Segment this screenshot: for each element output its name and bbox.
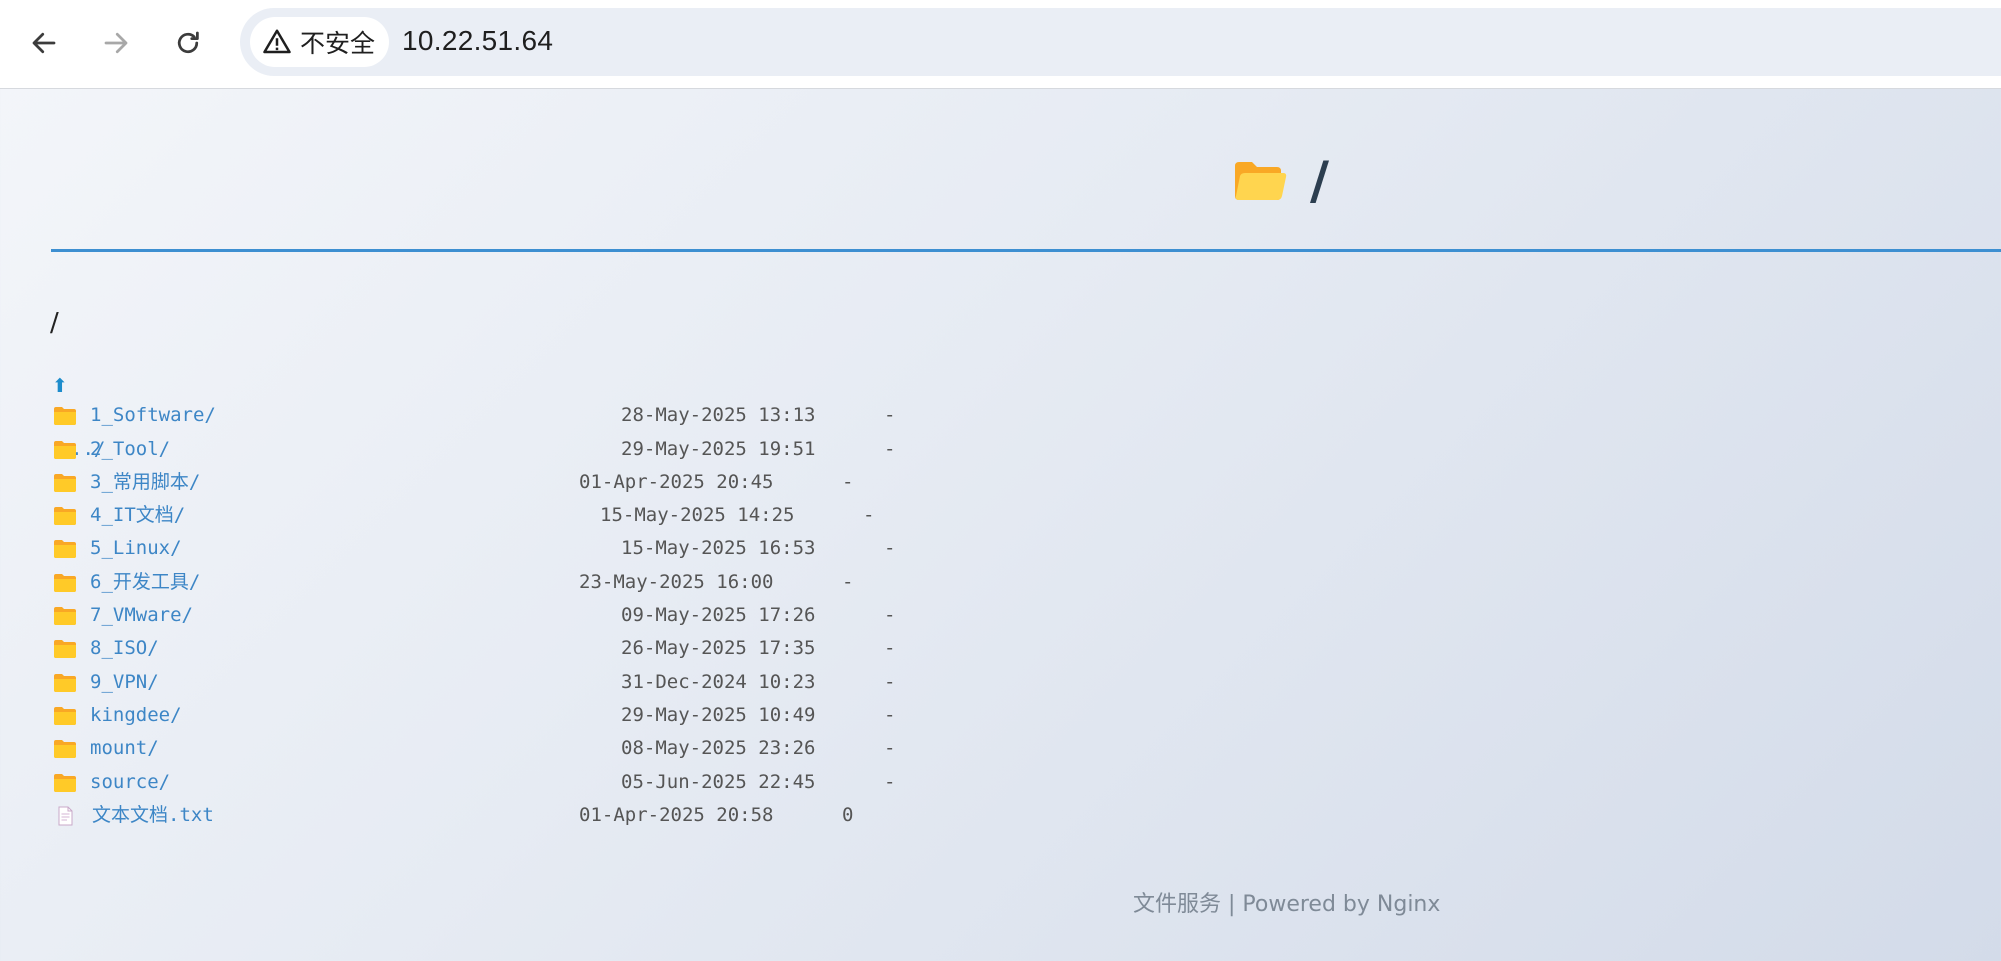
modified-date: 01-Apr-2025 20:45 [579, 470, 774, 493]
page-header: / [0, 89, 2001, 252]
folder-row: 6_开发工具/23-May-2025 16:00 - [50, 566, 1050, 599]
folder-row: source/05-Jun-2025 22:45 - [50, 766, 1050, 799]
page-footer: 文件服务 | Powered by Nginx [1133, 892, 1441, 917]
folder-icon [53, 440, 77, 460]
folder-row: 2_Tool/29-May-2025 19:51 - [50, 433, 1050, 466]
folder-icon [53, 773, 77, 793]
folder-icon [53, 406, 77, 426]
forward-button[interactable] [94, 21, 138, 65]
modified-date: 15-May-2025 16:53 [621, 537, 816, 560]
modified-date: 09-May-2025 17:26 [621, 604, 816, 627]
file-link[interactable]: 文本文档.txt [92, 799, 214, 832]
folder-link[interactable]: 6_开发工具/ [90, 566, 200, 599]
file-size: - [884, 703, 896, 726]
reload-icon [177, 31, 199, 54]
folder-icon [53, 606, 77, 626]
security-label: 不安全 [300, 29, 376, 58]
arrow-up-icon: ⬆ [52, 375, 68, 397]
file-size: 0 [842, 803, 854, 826]
warning-triangle-icon [263, 29, 291, 54]
security-chip[interactable]: 不安全 [250, 17, 390, 67]
folder-row: 8_ISO/26-May-2025 17:35 - [50, 632, 1050, 665]
back-button[interactable] [22, 21, 66, 65]
path-heading: / [50, 308, 59, 338]
folder-icon [53, 739, 77, 759]
page-title: / [1232, 155, 1329, 207]
modified-date: 01-Apr-2025 20:58 [579, 803, 774, 826]
folder-link[interactable]: mount/ [90, 732, 159, 765]
folder-link[interactable]: 4_IT文档/ [90, 499, 185, 532]
file-size: - [884, 537, 896, 560]
folder-row: 3_常用脚本/01-Apr-2025 20:45 - [50, 466, 1050, 499]
file-size: - [884, 770, 896, 793]
address-bar[interactable]: 不安全 10.22.51.64 [240, 8, 2001, 76]
browser-toolbar: 不安全 10.22.51.64 [0, 0, 2001, 89]
file-size: - [884, 404, 896, 427]
modified-date: 29-May-2025 10:49 [621, 703, 816, 726]
folder-link[interactable]: 5_Linux/ [90, 532, 182, 565]
modified-date: 08-May-2025 23:26 [621, 737, 816, 760]
modified-date: 28-May-2025 13:13 [621, 404, 816, 427]
reload-button[interactable] [166, 21, 210, 65]
folder-link[interactable]: 1_Software/ [90, 399, 216, 432]
folder-link[interactable]: 3_常用脚本/ [90, 466, 200, 499]
file-size: - [884, 604, 896, 627]
modified-date: 31-Dec-2024 10:23 [621, 670, 816, 693]
folder-link[interactable]: 2_Tool/ [90, 433, 170, 466]
folder-open-icon [1235, 162, 1287, 200]
parent-directory-row: ⬆ ../ [50, 366, 1050, 460]
folder-link[interactable]: 7_VMware/ [90, 599, 193, 632]
folder-link[interactable]: 9_VPN/ [90, 666, 159, 699]
modified-date: 29-May-2025 19:51 [621, 437, 816, 460]
header-divider [51, 249, 2001, 252]
folder-row: 4_IT文档/15-May-2025 14:25 - [50, 499, 1050, 532]
folder-icon [53, 473, 77, 493]
folder-row: 5_Linux/15-May-2025 16:53 - [50, 532, 1050, 565]
arrow-left-icon [32, 32, 56, 54]
folder-icon [53, 673, 77, 693]
modified-date: 26-May-2025 17:35 [621, 637, 816, 660]
file-size: - [842, 570, 854, 593]
folder-icon [53, 506, 77, 526]
folder-icon [53, 639, 77, 659]
folder-icon [53, 573, 77, 593]
folder-row: 9_VPN/31-Dec-2024 10:23 - [50, 666, 1050, 699]
folder-icon [53, 539, 77, 559]
page-title-text: / [1310, 151, 1329, 211]
file-row: 文本文档.txt 01-Apr-2025 20:58 0 [50, 799, 1050, 832]
file-size: - [884, 670, 896, 693]
modified-date: 15-May-2025 14:25 [600, 504, 795, 527]
file-size: - [863, 504, 875, 527]
modified-date: 05-Jun-2025 22:45 [621, 770, 816, 793]
file-size: - [884, 637, 896, 660]
folder-link[interactable]: 8_ISO/ [90, 632, 159, 665]
folder-link[interactable]: source/ [90, 766, 170, 799]
folder-row: 1_Software/28-May-2025 13:13 - [50, 399, 1050, 432]
file-size: - [842, 470, 854, 493]
folder-row: 7_VMware/09-May-2025 17:26 - [50, 599, 1050, 632]
url-text[interactable]: 10.22.51.64 [402, 25, 553, 57]
arrow-right-icon [104, 32, 128, 54]
folder-link[interactable]: kingdee/ [90, 699, 182, 732]
file-size: - [884, 737, 896, 760]
directory-listing: ⬆ ../ 1_Software/28-May-2025 13:13-2_Too… [50, 366, 1050, 832]
folder-row: kingdee/29-May-2025 10:49 - [50, 699, 1050, 732]
file-size: - [884, 437, 896, 460]
folder-icon [53, 706, 77, 726]
folder-row: mount/08-May-2025 23:26 - [50, 732, 1050, 765]
modified-date: 23-May-2025 16:00 [579, 570, 774, 593]
document-icon [53, 806, 77, 826]
